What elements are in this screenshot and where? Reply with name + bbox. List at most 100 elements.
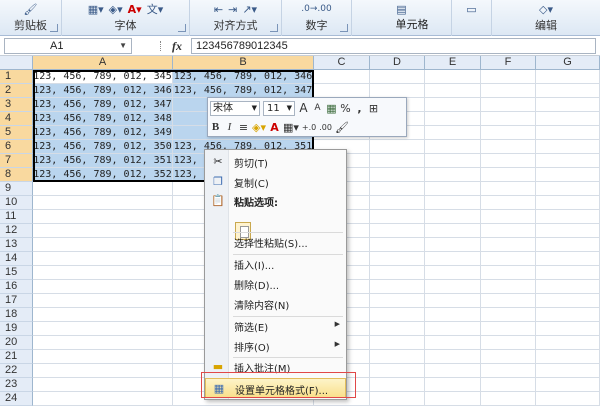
- cell-a12[interactable]: [33, 224, 173, 238]
- cell-e19[interactable]: [425, 322, 481, 336]
- font-color-icon[interactable]: A▾: [128, 3, 142, 16]
- cell-g5[interactable]: [536, 126, 600, 140]
- phonetic-icon[interactable]: 文▾: [147, 1, 164, 17]
- menu-item-paste-special[interactable]: 选择性粘贴(S)...: [205, 232, 346, 252]
- merge-center-icon[interactable]: ⊞: [368, 102, 379, 115]
- select-all-corner[interactable]: [0, 56, 33, 70]
- cell-f14[interactable]: [481, 252, 536, 266]
- center-align-icon[interactable]: ≡: [238, 121, 249, 134]
- cell-a13[interactable]: [33, 238, 173, 252]
- cell-a7[interactable]: 123, 456, 789, 012, 351: [33, 154, 173, 168]
- menu-item-copy[interactable]: ❐ 复制(C): [205, 172, 346, 192]
- font-launcher[interactable]: [178, 24, 186, 32]
- accounting-format-icon[interactable]: ▦: [326, 102, 337, 115]
- column-header-g[interactable]: G: [536, 56, 600, 70]
- cell-g21[interactable]: [536, 350, 600, 364]
- cell-g20[interactable]: [536, 336, 600, 350]
- cell-d13[interactable]: [370, 238, 425, 252]
- format-painter-icon[interactable]: 🖌: [335, 121, 349, 134]
- cell-d2[interactable]: [370, 84, 425, 98]
- cell-e24[interactable]: [425, 392, 481, 406]
- row-header-6[interactable]: 6: [0, 140, 33, 154]
- cell-e9[interactable]: [425, 182, 481, 196]
- row-header-12[interactable]: 12: [0, 224, 33, 238]
- column-header-b[interactable]: B: [173, 56, 314, 70]
- cell-e13[interactable]: [425, 238, 481, 252]
- cell-f21[interactable]: [481, 350, 536, 364]
- row-header-9[interactable]: 9: [0, 182, 33, 196]
- cell-e11[interactable]: [425, 210, 481, 224]
- cell-e12[interactable]: [425, 224, 481, 238]
- cell-e18[interactable]: [425, 308, 481, 322]
- row-header-4[interactable]: 4: [0, 112, 33, 126]
- cell-a11[interactable]: [33, 210, 173, 224]
- cell-a9[interactable]: [33, 182, 173, 196]
- percent-style-icon[interactable]: %: [340, 102, 351, 115]
- row-header-21[interactable]: 21: [0, 350, 33, 364]
- cell-f2[interactable]: [481, 84, 536, 98]
- cell-g23[interactable]: [536, 378, 600, 392]
- cell-d22[interactable]: [370, 364, 425, 378]
- cell-a3[interactable]: 123, 456, 789, 012, 347: [33, 98, 173, 112]
- cell-d7[interactable]: [370, 154, 425, 168]
- cell-b2[interactable]: 123, 456, 789, 012, 347: [173, 84, 314, 98]
- menu-item-clear-contents[interactable]: 清除内容(N): [205, 294, 346, 314]
- cell-g18[interactable]: [536, 308, 600, 322]
- row-header-5[interactable]: 5: [0, 126, 33, 140]
- decrease-decimal-icon[interactable]: .00: [319, 123, 332, 132]
- cell-e22[interactable]: [425, 364, 481, 378]
- cell-f13[interactable]: [481, 238, 536, 252]
- column-header-f[interactable]: F: [481, 56, 536, 70]
- cell-g22[interactable]: [536, 364, 600, 378]
- menu-item-filter[interactable]: 筛选(E) ▶: [205, 316, 346, 336]
- formula-input[interactable]: 123456789012345: [191, 38, 596, 54]
- row-header-19[interactable]: 19: [0, 322, 33, 336]
- cell-g2[interactable]: [536, 84, 600, 98]
- row-header-10[interactable]: 10: [0, 196, 33, 210]
- alignment-launcher[interactable]: [270, 24, 278, 32]
- cell-g9[interactable]: [536, 182, 600, 196]
- cell-e16[interactable]: [425, 280, 481, 294]
- cell-e2[interactable]: [425, 84, 481, 98]
- cell-e10[interactable]: [425, 196, 481, 210]
- insert-function-icon[interactable]: fx: [172, 39, 182, 54]
- cell-d20[interactable]: [370, 336, 425, 350]
- font-color-icon[interactable]: A: [269, 121, 280, 134]
- cell-e7[interactable]: [425, 154, 481, 168]
- cell-d16[interactable]: [370, 280, 425, 294]
- cell-d15[interactable]: [370, 266, 425, 280]
- row-header-17[interactable]: 17: [0, 294, 33, 308]
- cell-g4[interactable]: [536, 112, 600, 126]
- cell-a22[interactable]: [33, 364, 173, 378]
- row-header-1[interactable]: 1: [0, 70, 33, 84]
- cell-f8[interactable]: [481, 168, 536, 182]
- menu-item-delete[interactable]: 删除(D)...: [205, 274, 346, 294]
- cell-a8[interactable]: 123, 456, 789, 012, 352: [33, 168, 173, 182]
- row-header-11[interactable]: 11: [0, 210, 33, 224]
- cell-c2[interactable]: [314, 84, 370, 98]
- cell-g17[interactable]: [536, 294, 600, 308]
- cell-g8[interactable]: [536, 168, 600, 182]
- cell-d6[interactable]: [370, 140, 425, 154]
- fill-color-icon[interactable]: ◈▾: [252, 121, 266, 134]
- cell-g14[interactable]: [536, 252, 600, 266]
- cell-a24[interactable]: [33, 392, 173, 406]
- row-header-2[interactable]: 2: [0, 84, 33, 98]
- cell-a6[interactable]: 123, 456, 789, 012, 350: [33, 140, 173, 154]
- row-header-24[interactable]: 24: [0, 392, 33, 406]
- cell-g10[interactable]: [536, 196, 600, 210]
- cell-a1[interactable]: 123, 456, 789, 012, 345: [33, 70, 173, 84]
- cell-e15[interactable]: [425, 266, 481, 280]
- cell-d8[interactable]: [370, 168, 425, 182]
- cell-f7[interactable]: [481, 154, 536, 168]
- cell-g1[interactable]: [536, 70, 600, 84]
- number-launcher[interactable]: [340, 24, 348, 32]
- cell-f10[interactable]: [481, 196, 536, 210]
- chevron-down-icon[interactable]: ▼: [252, 102, 257, 115]
- cell-f20[interactable]: [481, 336, 536, 350]
- column-header-c[interactable]: C: [314, 56, 370, 70]
- cell-f3[interactable]: [481, 98, 536, 112]
- cell-d24[interactable]: [370, 392, 425, 406]
- cell-d14[interactable]: [370, 252, 425, 266]
- row-header-8[interactable]: 8: [0, 168, 33, 182]
